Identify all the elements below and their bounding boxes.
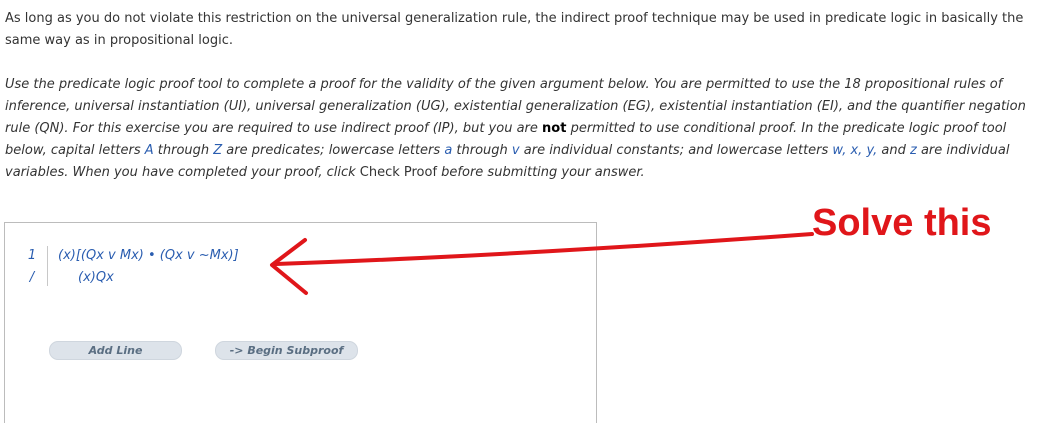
instructions-paragraph: Use the predicate logic proof tool to co… (5, 74, 1040, 184)
instructions-text-4: are individual constants; and lowercase … (519, 143, 833, 158)
check-proof-label: Check Proof (359, 165, 438, 180)
variable-letters: w, x, y, (832, 143, 878, 158)
not-emphasis: not (542, 121, 567, 136)
letter-Z: Z (213, 143, 223, 158)
proof-tool-panel: 1 (x)[(Qx v Mx) • (Qx v ~Mx)] / (x)Qx Ad… (4, 222, 597, 423)
begin-subproof-button[interactable]: -> Begin Subproof (215, 341, 358, 360)
letter-v: v (511, 143, 520, 158)
instructions-text-6: before submitting your answer. (437, 165, 645, 180)
letter-A: A (144, 143, 154, 158)
letter-z: z (910, 143, 917, 158)
conclusion-formula: (x)Qx (78, 270, 114, 285)
add-line-button[interactable]: Add Line (49, 341, 182, 360)
premise-line-number: 1 (27, 248, 37, 263)
premise-formula: (x)[(Qx v Mx) • (Qx v ~Mx)] (58, 248, 239, 263)
conclusion-marker: / (29, 270, 35, 285)
solve-this-annotation: Solve this (812, 202, 992, 244)
instructions-text-3: are predicates; lowercase letters (222, 143, 445, 158)
through-word-1: through (153, 143, 214, 158)
through-word-2: through (452, 143, 512, 158)
proof-line-divider (47, 246, 48, 286)
intro-paragraph: As long as you do not violate this restr… (5, 11, 1024, 48)
and-word: and (877, 143, 910, 158)
